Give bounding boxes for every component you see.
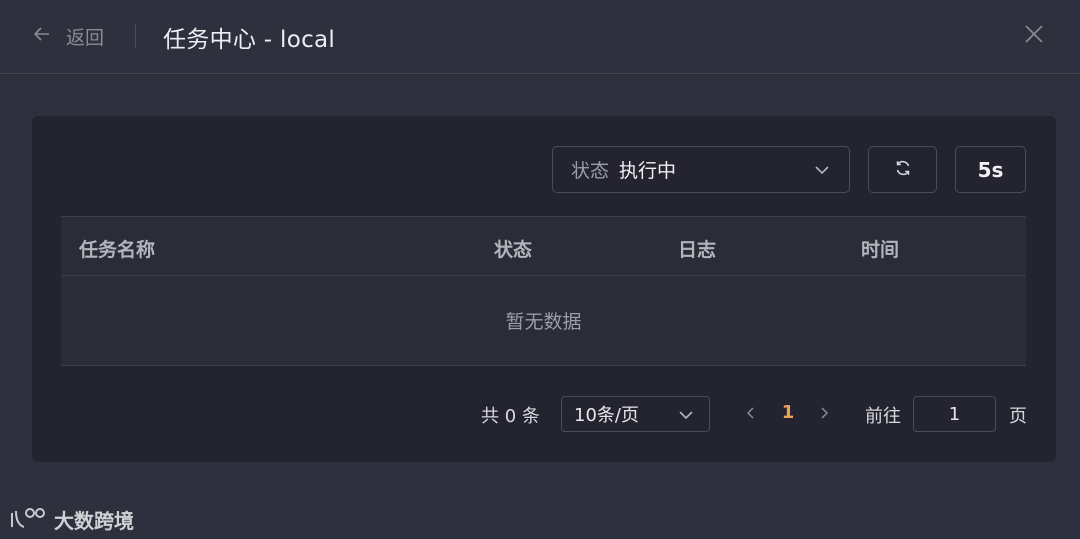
back-button[interactable]: 返回 <box>32 22 104 50</box>
chevron-down-icon <box>677 406 695 424</box>
chevron-down-icon <box>813 161 831 179</box>
goto-suffix: 页 <box>1009 406 1027 427</box>
page-size-value: 10条/页 <box>574 405 639 426</box>
chevron-left-icon <box>744 405 758 424</box>
task-table: 任务名称 状态 日志 时间 暂无数据 <box>61 216 1026 366</box>
total-count: 共 0 条 <box>481 406 540 427</box>
close-button[interactable] <box>1020 22 1048 50</box>
page-title: 任务中心 - local <box>163 27 336 53</box>
table-header: 任务名称 状态 日志 时间 <box>61 216 1026 276</box>
brand-logo-icon <box>8 505 50 533</box>
close-icon <box>1023 23 1045 49</box>
status-filter-value: 执行中 <box>619 160 677 182</box>
pagination: 共 0 条 10条/页 1 前往 页 <box>32 396 1056 432</box>
watermark-text: 大数跨境 <box>54 508 134 533</box>
empty-state: 暂无数据 <box>61 276 1026 366</box>
column-header-name: 任务名称 <box>79 239 156 261</box>
goto-label: 前往 <box>865 406 901 427</box>
chevron-right-icon <box>817 405 831 424</box>
column-header-time: 时间 <box>861 239 900 261</box>
column-header-log: 日志 <box>678 239 717 261</box>
page-number-current[interactable]: 1 <box>776 402 800 423</box>
back-label: 返回 <box>66 26 105 49</box>
page-size-select[interactable]: 10条/页 <box>561 396 710 432</box>
header-bar: 返回 任务中心 - local <box>0 0 1080 74</box>
watermark: 大数跨境 <box>8 505 134 533</box>
status-filter-prefix: 状态 <box>571 160 610 182</box>
refresh-button[interactable] <box>868 146 937 193</box>
task-panel: 状态 执行中 5s 任务名称 状态 日志 时间 暂无数据 共 0 条 10条/页 <box>32 116 1056 462</box>
column-header-status: 状态 <box>494 239 533 261</box>
status-filter-select[interactable]: 状态 执行中 <box>552 146 850 193</box>
next-page-button[interactable] <box>814 403 834 425</box>
refresh-interval-button[interactable]: 5s <box>955 146 1026 193</box>
goto-page-input[interactable] <box>913 396 996 432</box>
arrow-left-icon <box>32 24 52 48</box>
refresh-icon <box>893 158 913 182</box>
prev-page-button[interactable] <box>741 403 761 425</box>
header-divider <box>135 24 136 48</box>
